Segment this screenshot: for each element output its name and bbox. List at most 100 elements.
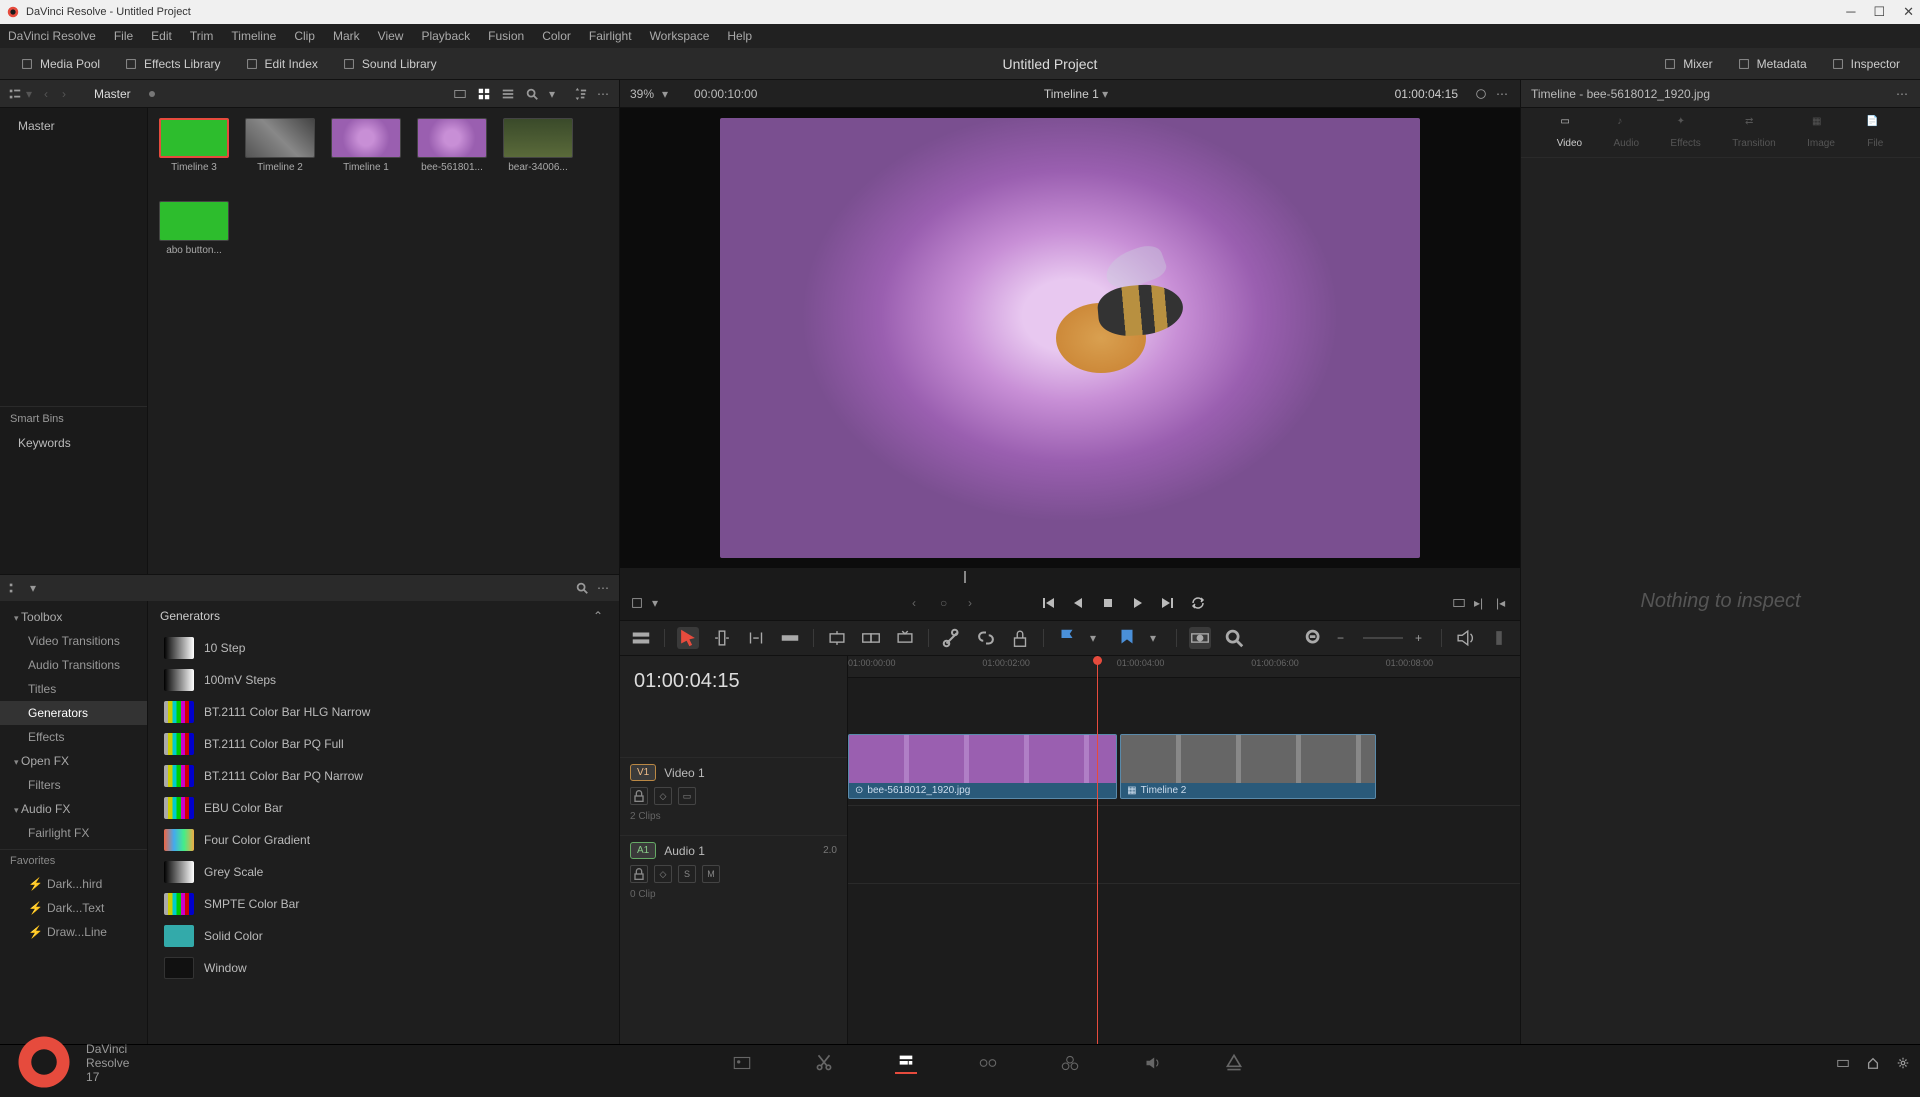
mute-button[interactable]: M (702, 865, 720, 883)
ws-tab-effects-library[interactable]: Effects Library (114, 53, 230, 75)
first-frame-button[interactable] (1040, 595, 1056, 611)
playhead[interactable] (1097, 656, 1098, 1044)
audio-lock-icon[interactable] (630, 865, 648, 883)
inspector-tab-transition[interactable]: ⇄Transition (1732, 116, 1776, 149)
list-view-icon[interactable] (501, 87, 515, 101)
inspector-tab-file[interactable]: 📄File (1866, 116, 1884, 149)
smart-bin-keywords[interactable]: Keywords (0, 431, 147, 455)
media-clip[interactable]: Timeline 3 (158, 118, 230, 173)
arrow-tool[interactable] (677, 627, 699, 649)
menu-workspace[interactable]: Workspace (650, 29, 710, 43)
generator-item[interactable]: Solid Color (154, 921, 613, 951)
favorite-item[interactable]: ⚡Draw...Line (0, 920, 147, 944)
media-clip[interactable]: bee-561801... (416, 118, 488, 173)
next-clip-icon[interactable]: ▸| (1474, 596, 1488, 610)
edit-point-icon[interactable]: ○ (940, 596, 954, 610)
fx-cat-fairlight-fx[interactable]: Fairlight FX (0, 821, 147, 845)
menu-fusion[interactable]: Fusion (488, 29, 524, 43)
filter-dropdown-icon[interactable]: ▾ (549, 87, 563, 101)
fx-cat-video-transitions[interactable]: Video Transitions (0, 629, 147, 653)
link-tool[interactable] (975, 627, 997, 649)
fx-cat-generators[interactable]: Generators (0, 701, 147, 725)
next-edit-icon[interactable]: › (968, 596, 982, 610)
zoom-plus[interactable]: + (1415, 631, 1429, 645)
track-auto-icon[interactable]: ◇ (654, 787, 672, 805)
ws-tab-media-pool[interactable]: Media Pool (10, 53, 110, 75)
play-reverse-button[interactable] (1070, 595, 1086, 611)
page-deliver[interactable] (1223, 1052, 1245, 1074)
page-cut[interactable] (813, 1052, 835, 1074)
video-track-header[interactable]: V1 Video 1 ◇ ▭ 2 Clips (620, 757, 847, 835)
zoom-minus[interactable]: − (1337, 631, 1351, 645)
viewer-zoom[interactable]: 39% (630, 87, 654, 101)
viewer-title-dropdown-icon[interactable]: ▾ (1102, 87, 1108, 101)
collapse-icon[interactable]: ⌃ (593, 609, 607, 623)
inspector-tab-image[interactable]: ▦Image (1807, 116, 1835, 149)
match-frame-icon[interactable] (1452, 596, 1466, 610)
favorite-item[interactable]: ⚡Dark...hird (0, 872, 147, 896)
inspector-tab-video[interactable]: ▭Video (1557, 116, 1582, 149)
solo-button[interactable]: S (678, 865, 696, 883)
inspector-tab-effects[interactable]: ✦Effects (1670, 116, 1700, 149)
fx-search-icon[interactable] (575, 581, 589, 595)
prev-edit-icon[interactable]: ‹ (912, 596, 926, 610)
media-clip[interactable]: bear-34006... (502, 118, 574, 173)
zoom-dropdown-icon[interactable]: ▾ (662, 87, 676, 101)
timeline-timecode[interactable]: 01:00:04:15 (620, 656, 847, 707)
capture-icon[interactable] (453, 87, 467, 101)
generator-item[interactable]: 10 Step (154, 633, 613, 663)
menu-trim[interactable]: Trim (190, 29, 214, 43)
maximize-button[interactable]: ☐ (1873, 4, 1885, 20)
inspector-tab-audio[interactable]: ♪Audio (1613, 116, 1639, 149)
ws-tab-sound-library[interactable]: Sound Library (332, 53, 447, 75)
media-clip[interactable]: Timeline 1 (330, 118, 402, 173)
marker-tool[interactable] (1116, 627, 1138, 649)
zoom-slider[interactable] (1363, 637, 1403, 639)
timeline-clip[interactable]: ▦Timeline 2 (1120, 734, 1375, 799)
overwrite-tool[interactable] (860, 627, 882, 649)
fx-cat-open-fx[interactable]: Open FX (0, 749, 147, 773)
audio-track-lane[interactable] (848, 806, 1520, 884)
blade-tool[interactable] (779, 627, 801, 649)
audio-track-header[interactable]: A1 Audio 1 2.0 ◇ S M 0 Clip (620, 835, 847, 913)
bin-master[interactable]: Master (0, 114, 147, 138)
insert-tool[interactable] (826, 627, 848, 649)
ws-tab-mixer[interactable]: Mixer (1653, 53, 1722, 75)
menu-davinci-resolve[interactable]: DaVinci Resolve (8, 29, 96, 43)
lock-tool[interactable] (1009, 627, 1031, 649)
loop-button[interactable] (1190, 595, 1206, 611)
flag-dropdown-icon[interactable]: ▾ (1090, 631, 1104, 645)
ws-tab-inspector[interactable]: Inspector (1821, 53, 1910, 75)
search-icon[interactable] (525, 87, 539, 101)
snapping-icon[interactable] (1189, 627, 1211, 649)
menu-help[interactable]: Help (727, 29, 752, 43)
viewer-scrubber[interactable] (630, 568, 1510, 586)
page-fusion[interactable] (977, 1052, 999, 1074)
viewer-timecode[interactable]: 01:00:04:15 (1395, 87, 1458, 101)
meters-icon[interactable] (1488, 627, 1510, 649)
fx-more-icon[interactable]: ⋯ (597, 581, 611, 595)
expand-icon[interactable]: ▾ (26, 87, 40, 101)
page-edit[interactable] (895, 1052, 917, 1074)
generator-item[interactable]: EBU Color Bar (154, 793, 613, 823)
ws-tab-metadata[interactable]: Metadata (1727, 53, 1817, 75)
timeline-ruler[interactable]: 01:00:00:0001:00:02:0001:00:04:0001:00:0… (848, 656, 1520, 678)
generator-item[interactable]: BT.2111 Color Bar HLG Narrow (154, 697, 613, 727)
nav-back-icon[interactable]: ‹ (44, 87, 58, 101)
generator-item[interactable]: BT.2111 Color Bar PQ Full (154, 729, 613, 759)
audio-auto-icon[interactable]: ◇ (654, 865, 672, 883)
keyboard-icon[interactable] (1836, 1056, 1850, 1070)
dynamic-trim-tool[interactable] (745, 627, 767, 649)
more-icon[interactable]: ⋯ (597, 87, 611, 101)
generator-item[interactable]: Window (154, 953, 613, 983)
fx-cat-audio-fx[interactable]: Audio FX (0, 797, 147, 821)
generator-item[interactable]: Grey Scale (154, 857, 613, 887)
close-button[interactable]: ✕ (1903, 4, 1914, 20)
page-media[interactable] (731, 1052, 753, 1074)
menu-view[interactable]: View (378, 29, 404, 43)
sort-icon[interactable] (573, 87, 587, 101)
menu-playback[interactable]: Playback (421, 29, 470, 43)
home-icon[interactable] (1866, 1056, 1880, 1070)
nav-fwd-icon[interactable]: › (62, 87, 76, 101)
menu-clip[interactable]: Clip (294, 29, 315, 43)
